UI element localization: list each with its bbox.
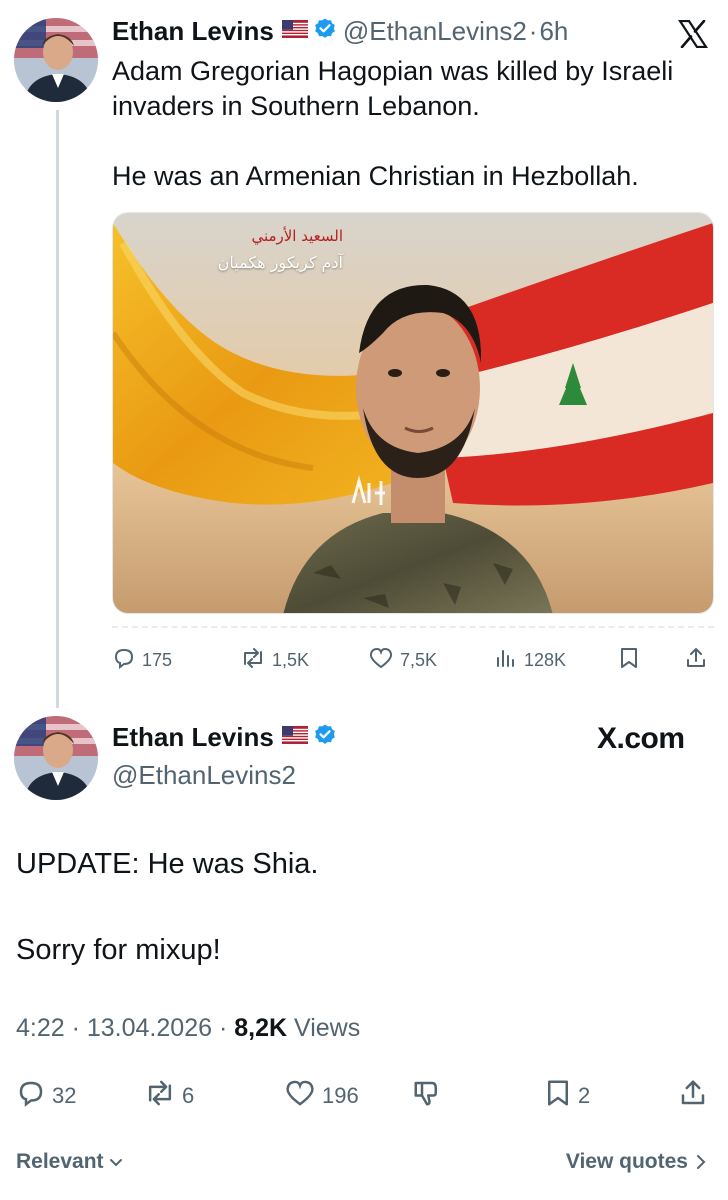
chevron-right-icon [694,1153,708,1171]
separator-dot: · [528,16,538,46]
views-label: Views [287,1014,361,1042]
dislike-icon [412,1078,442,1114]
us-flag-icon [281,726,308,749]
reply-header: Ethan Levins [112,722,337,753]
share-button[interactable] [678,1078,708,1114]
reply-icon [112,646,136,675]
tweet-text-line: He was an Armenian Christian in Hezbolla… [112,161,639,191]
heart-icon [368,646,394,675]
verified-badge-icon [313,723,337,752]
heart-icon [284,1078,316,1114]
divider [112,626,714,628]
tweet-meta: 4:22 · 13.04.2026 · 8,2K Views [16,1014,360,1043]
repost-icon [144,1078,176,1114]
reply-actions: 32 6 196 2 [16,1078,716,1108]
site-watermark: X.com [597,722,685,755]
share-button[interactable] [684,646,708,675]
x-logo-icon [677,19,709,53]
views-count: 128K [524,650,567,670]
reply-text-line: UPDATE: He was Shia. [16,848,319,880]
tweet-time[interactable]: 6h [539,16,568,47]
bookmark-button[interactable]: 2 [544,1078,590,1114]
bookmark-button[interactable] [618,646,640,675]
author-name[interactable]: Ethan Levins [112,722,274,753]
us-flag-icon [281,20,308,43]
image-arabic-title: السعيد الأرمني [251,227,343,245]
image-arabic-name: آدم كريكور هكميان [217,253,343,272]
reply-count: 175 [142,650,173,670]
author-handle[interactable]: @EthanLevins2 [112,760,296,791]
sort-label: Relevant [16,1150,104,1173]
share-icon [684,646,708,675]
tweet-header: Ethan Levins @EthanLevins2 · 6h [112,16,568,47]
repost-icon [240,646,266,675]
reply-text-line: Sorry for mixup! [16,934,221,966]
tweet-text-line: Adam Gregorian Hagopian was killed by Is… [112,56,674,121]
author-handle[interactable]: @EthanLevins2 [343,16,527,47]
avatar[interactable] [14,716,98,800]
chevron-down-icon [108,1154,124,1170]
repost-button[interactable]: 6 [144,1078,194,1114]
bookmark-icon [618,646,640,675]
author-name[interactable]: Ethan Levins [112,16,274,47]
sort-dropdown[interactable]: Relevant [16,1150,124,1174]
like-button[interactable]: 7,5K [368,646,437,675]
reply-count: 32 [52,1083,77,1108]
reply-button[interactable]: 175 [112,646,172,675]
bookmark-icon [544,1078,572,1114]
repost-button[interactable]: 1,5K [240,646,309,675]
views-total: 8,2K [234,1014,288,1042]
bookmark-count: 2 [578,1083,591,1108]
verified-badge-icon [313,17,337,46]
view-quotes-link[interactable]: View quotes [566,1150,708,1174]
tweet-image[interactable]: السعيد الأرمني آدم كريكور هكميان [112,212,714,614]
views-button[interactable]: 128K [494,646,566,675]
replies-toolbar: Relevant View quotes [0,1140,728,1190]
avatar[interactable] [14,18,98,102]
view-quotes-label: View quotes [565,1150,688,1173]
dislike-button[interactable] [412,1078,442,1114]
like-count: 196 [322,1083,359,1108]
like-button[interactable]: 196 [284,1078,359,1114]
analytics-icon [494,646,518,675]
timestamp[interactable]: 4:22 · 13.04.2026 · [16,1014,234,1042]
thread-line [56,110,59,708]
like-count: 7,5K [400,650,438,670]
repost-count: 1,5K [272,650,310,670]
reply-icon [16,1078,46,1114]
tweet-text: Adam Gregorian Hagopian was killed by Is… [112,54,712,194]
repost-count: 6 [182,1083,195,1108]
share-icon [678,1078,708,1114]
tweet-actions: 175 1,5K 7,5K 128K [112,646,714,674]
reply-button[interactable]: 32 [16,1078,76,1114]
